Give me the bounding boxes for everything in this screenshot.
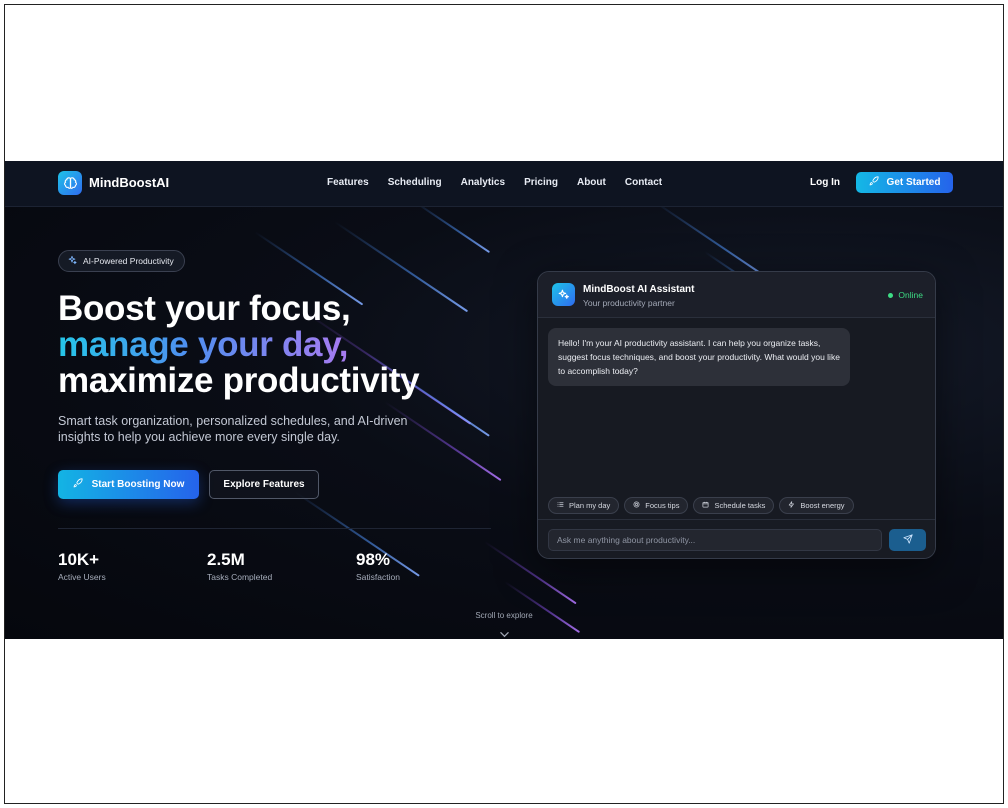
nav-link-pricing[interactable]: Pricing (524, 177, 558, 188)
chip-schedule-tasks[interactable]: Schedule tasks (693, 497, 775, 514)
chevron-down-icon[interactable] (500, 625, 509, 639)
explore-features-button[interactable]: Explore Features (209, 470, 319, 499)
chat-input[interactable] (548, 529, 882, 551)
chip-label: Plan my day (569, 501, 611, 510)
start-boosting-button[interactable]: Start Boosting Now (58, 470, 199, 499)
send-button[interactable] (889, 529, 926, 551)
sparkle-icon (552, 283, 575, 306)
sparkle-icon (67, 255, 77, 267)
stat-value: 98% (356, 550, 391, 569)
stat-active-users: 10K+ Active Users (58, 550, 106, 582)
nav-link-about[interactable]: About (577, 177, 606, 188)
stat-label: Tasks Completed (207, 572, 273, 582)
chip-label: Schedule tasks (714, 501, 766, 510)
chat-input-bar (538, 519, 935, 558)
hero-subtitle: Smart task organization, personalized sc… (58, 414, 408, 444)
nav-link-features[interactable]: Features (327, 177, 369, 188)
brain-logo-icon[interactable] (58, 171, 82, 195)
assistant-title: MindBoost AI Assistant (583, 284, 695, 295)
hero-headline: Boost your focus, manage your day, maxim… (58, 289, 420, 400)
nav-link-contact[interactable]: Contact (625, 177, 662, 188)
nav-link-scheduling[interactable]: Scheduling (388, 177, 442, 188)
target-icon (633, 501, 640, 510)
scroll-hint[interactable]: Scroll to explore (5, 611, 1003, 620)
bolt-icon (788, 501, 795, 510)
stat-label: Active Users (58, 572, 106, 582)
suggestion-chips: Plan my day Focus tips Schedule tasks Bo… (548, 497, 854, 514)
headline-line-2: manage your day, (58, 325, 349, 364)
online-status: Online (888, 290, 923, 300)
nav-link-analytics[interactable]: Analytics (461, 177, 505, 188)
send-icon (902, 531, 913, 549)
brand-name[interactable]: MindBoostAI (89, 175, 169, 190)
rocket-icon (869, 176, 879, 189)
assistant-subtitle: Your productivity partner (583, 298, 675, 308)
headline-line-3: maximize productivity (58, 361, 420, 400)
stat-value: 10K+ (58, 550, 100, 569)
stats-divider (58, 528, 491, 529)
stat-label: Satisfaction (356, 572, 400, 582)
get-started-button[interactable]: Get Started (856, 172, 953, 193)
ai-powered-badge: AI-Powered Productivity (58, 250, 185, 272)
chip-label: Focus tips (645, 501, 680, 510)
chip-focus-tips[interactable]: Focus tips (624, 497, 689, 514)
status-dot-icon (888, 292, 894, 298)
headline-line-1: Boost your focus, (58, 289, 351, 328)
status-label: Online (898, 290, 923, 300)
stat-tasks-completed: 2.5M Tasks Completed (207, 550, 272, 582)
badge-label: AI-Powered Productivity (83, 256, 174, 266)
stat-satisfaction: 98% Satisfaction (356, 550, 400, 582)
chip-label: Boost energy (800, 501, 845, 510)
calendar-icon (702, 501, 709, 510)
list-icon (557, 501, 564, 510)
start-boosting-label: Start Boosting Now (91, 479, 185, 490)
login-link[interactable]: Log In (810, 177, 840, 188)
app-viewport: MindBoostAI Features Scheduling Analytic… (5, 161, 1003, 639)
top-navbar: MindBoostAI Features Scheduling Analytic… (5, 161, 1003, 207)
assistant-message: Hello! I'm your AI productivity assistan… (548, 328, 850, 386)
rocket-icon (73, 478, 83, 491)
stat-value: 2.5M (207, 550, 245, 569)
chip-boost-energy[interactable]: Boost energy (779, 497, 854, 514)
chip-plan-my-day[interactable]: Plan my day (548, 497, 620, 514)
nav-links: Features Scheduling Analytics Pricing Ab… (327, 177, 681, 188)
get-started-label: Get Started (886, 177, 941, 188)
assistant-header: MindBoost AI Assistant Your productivity… (538, 272, 935, 318)
ai-assistant-card: MindBoost AI Assistant Your productivity… (537, 271, 936, 559)
